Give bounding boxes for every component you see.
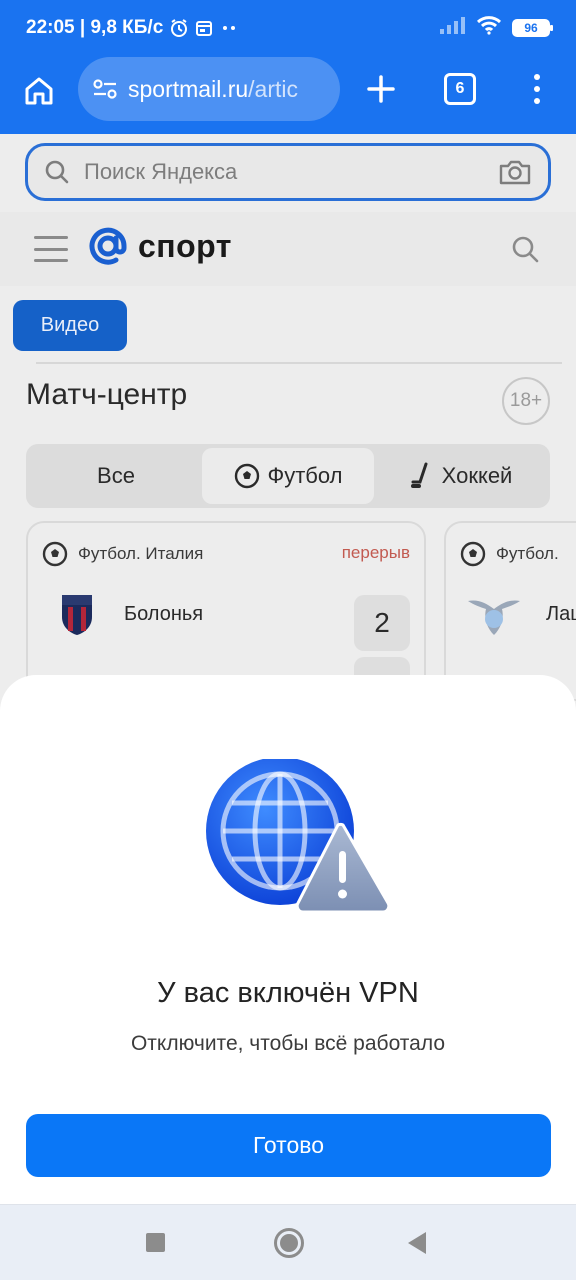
home-score: 2 bbox=[354, 595, 410, 651]
vpn-warning-sheet: У вас включён VPN Отключите, чтобы всё р… bbox=[0, 675, 576, 1204]
league-name: Футбол. bbox=[496, 544, 559, 563]
tab-label: Все bbox=[97, 463, 135, 488]
football-icon bbox=[42, 541, 68, 567]
status-bar: 22:05 | 9,8 КБ/с 96 bbox=[0, 0, 576, 56]
tab-hockey[interactable]: Хоккей bbox=[374, 448, 546, 504]
site-logo[interactable]: спорт bbox=[88, 226, 232, 266]
done-button[interactable]: Готово bbox=[26, 1114, 551, 1177]
match-league: Футбол. bbox=[460, 541, 559, 567]
logo-text: спорт bbox=[138, 227, 232, 264]
match-card[interactable]: Футбол. Лац bbox=[444, 521, 576, 701]
home-team-row: Болонья bbox=[58, 591, 203, 637]
sheet-subtitle: Отключите, чтобы всё работало bbox=[130, 1032, 446, 1055]
more-notifications-icon bbox=[219, 23, 239, 33]
wifi-icon bbox=[476, 15, 502, 41]
match-card[interactable]: Футбол. Италия перерыв Болонья 2 1 bbox=[26, 521, 426, 701]
home-team-name: Лац bbox=[546, 602, 576, 625]
battery-indicator: 96 bbox=[512, 19, 553, 37]
tab-switcher-button[interactable]: 6 bbox=[444, 73, 476, 105]
alarm-icon bbox=[169, 18, 189, 38]
recents-button-icon[interactable] bbox=[146, 1233, 165, 1252]
football-icon bbox=[234, 463, 259, 489]
lazio-crest-icon bbox=[468, 600, 520, 635]
match-league: Футбол. Италия bbox=[42, 541, 203, 567]
menu-dot-icon bbox=[534, 86, 540, 92]
site-settings-icon bbox=[93, 79, 117, 99]
system-navigation-bar bbox=[0, 1204, 576, 1280]
new-tab-button[interactable] bbox=[362, 70, 400, 108]
home-nav-button-icon[interactable] bbox=[274, 1228, 304, 1258]
tab-label: Футбол bbox=[267, 463, 343, 488]
football-icon bbox=[460, 541, 486, 567]
bologna-crest-icon bbox=[62, 595, 92, 635]
hockey-stick-icon bbox=[410, 462, 428, 488]
back-button-icon[interactable] bbox=[408, 1232, 426, 1254]
globe-warning-icon bbox=[206, 759, 391, 914]
divider bbox=[36, 362, 562, 364]
url-text: sportmail.ru/artic bbox=[128, 76, 298, 103]
address-bar[interactable]: sportmail.ru/artic bbox=[78, 57, 340, 121]
video-button[interactable]: Видео bbox=[13, 300, 127, 351]
match-status: перерыв bbox=[341, 543, 410, 562]
url-path: /artic bbox=[248, 75, 298, 102]
calendar-icon bbox=[195, 19, 213, 37]
home-team-row: Лац bbox=[466, 591, 576, 637]
menu-dot-icon bbox=[534, 74, 540, 80]
status-time-speed: 22:05 | 9,8 КБ/с bbox=[26, 17, 164, 38]
url-host: sportmail.ru bbox=[128, 75, 249, 102]
tab-all[interactable]: Все bbox=[30, 448, 202, 504]
yandex-search-field[interactable]: Поиск Яндекса bbox=[25, 143, 551, 201]
league-name: Футбол. Италия bbox=[78, 544, 204, 563]
menu-dot-icon bbox=[534, 98, 540, 104]
status-right: 96 bbox=[438, 15, 553, 41]
home-button[interactable] bbox=[22, 74, 56, 108]
hamburger-menu-icon[interactable] bbox=[34, 236, 68, 262]
camera-icon[interactable] bbox=[498, 158, 532, 186]
search-icon bbox=[45, 160, 69, 184]
status-left: 22:05 | 9,8 КБ/с bbox=[26, 17, 239, 39]
plus-icon bbox=[367, 75, 395, 103]
tab-label: Хоккей bbox=[441, 463, 513, 488]
search-placeholder: Поиск Яндекса bbox=[84, 159, 238, 184]
signal-icon bbox=[438, 15, 466, 41]
home-icon bbox=[25, 77, 53, 105]
browser-toolbar: sportmail.ru/artic 6 bbox=[0, 56, 576, 134]
sheet-title: У вас включён VPN bbox=[157, 977, 419, 1009]
tab-football[interactable]: Футбол bbox=[202, 448, 374, 504]
sport-tabs: Все Футбол Хоккей bbox=[26, 444, 550, 508]
browser-menu-button[interactable] bbox=[524, 70, 550, 108]
age-rating-badge: 18+ bbox=[502, 377, 550, 425]
match-center-title: Матч-центр bbox=[26, 378, 188, 411]
site-header: спорт bbox=[0, 212, 576, 286]
header-search-icon[interactable] bbox=[510, 234, 540, 264]
home-team-name: Болонья bbox=[124, 602, 204, 625]
mail-at-logo-icon bbox=[89, 227, 127, 265]
